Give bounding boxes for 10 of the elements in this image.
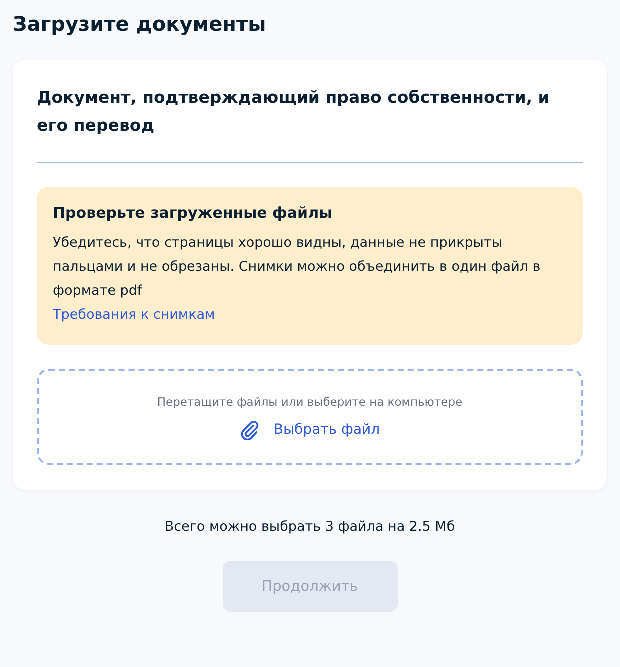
choose-file-button[interactable]: Выбрать файл — [240, 419, 380, 441]
notice-text: Убедитесь, что страницы хорошо видны, данные не прикрыты пальцами и не обрезаны. Снимки можно объединить в один файл в формате pdf — [53, 234, 542, 301]
drop-hint: Перетащите файлы или выберите на компьютере — [157, 394, 463, 411]
page-title: Загрузите документы — [13, 11, 268, 38]
section-heading: Документ, подтверждающий право собственности, и его перевод — [37, 87, 551, 137]
file-limit-text: Всего можно выбрать 3 файла на 2.5 Мб — [164, 518, 456, 537]
notice-title: Проверьте загруженные файлы — [53, 203, 334, 224]
drop-zone[interactable]: Перетащите файлы или выберите на компьютере Выбрать файл — [37, 369, 583, 465]
paperclip-icon — [240, 420, 260, 440]
requirements-link[interactable]: Требования к снимкам — [53, 307, 216, 323]
